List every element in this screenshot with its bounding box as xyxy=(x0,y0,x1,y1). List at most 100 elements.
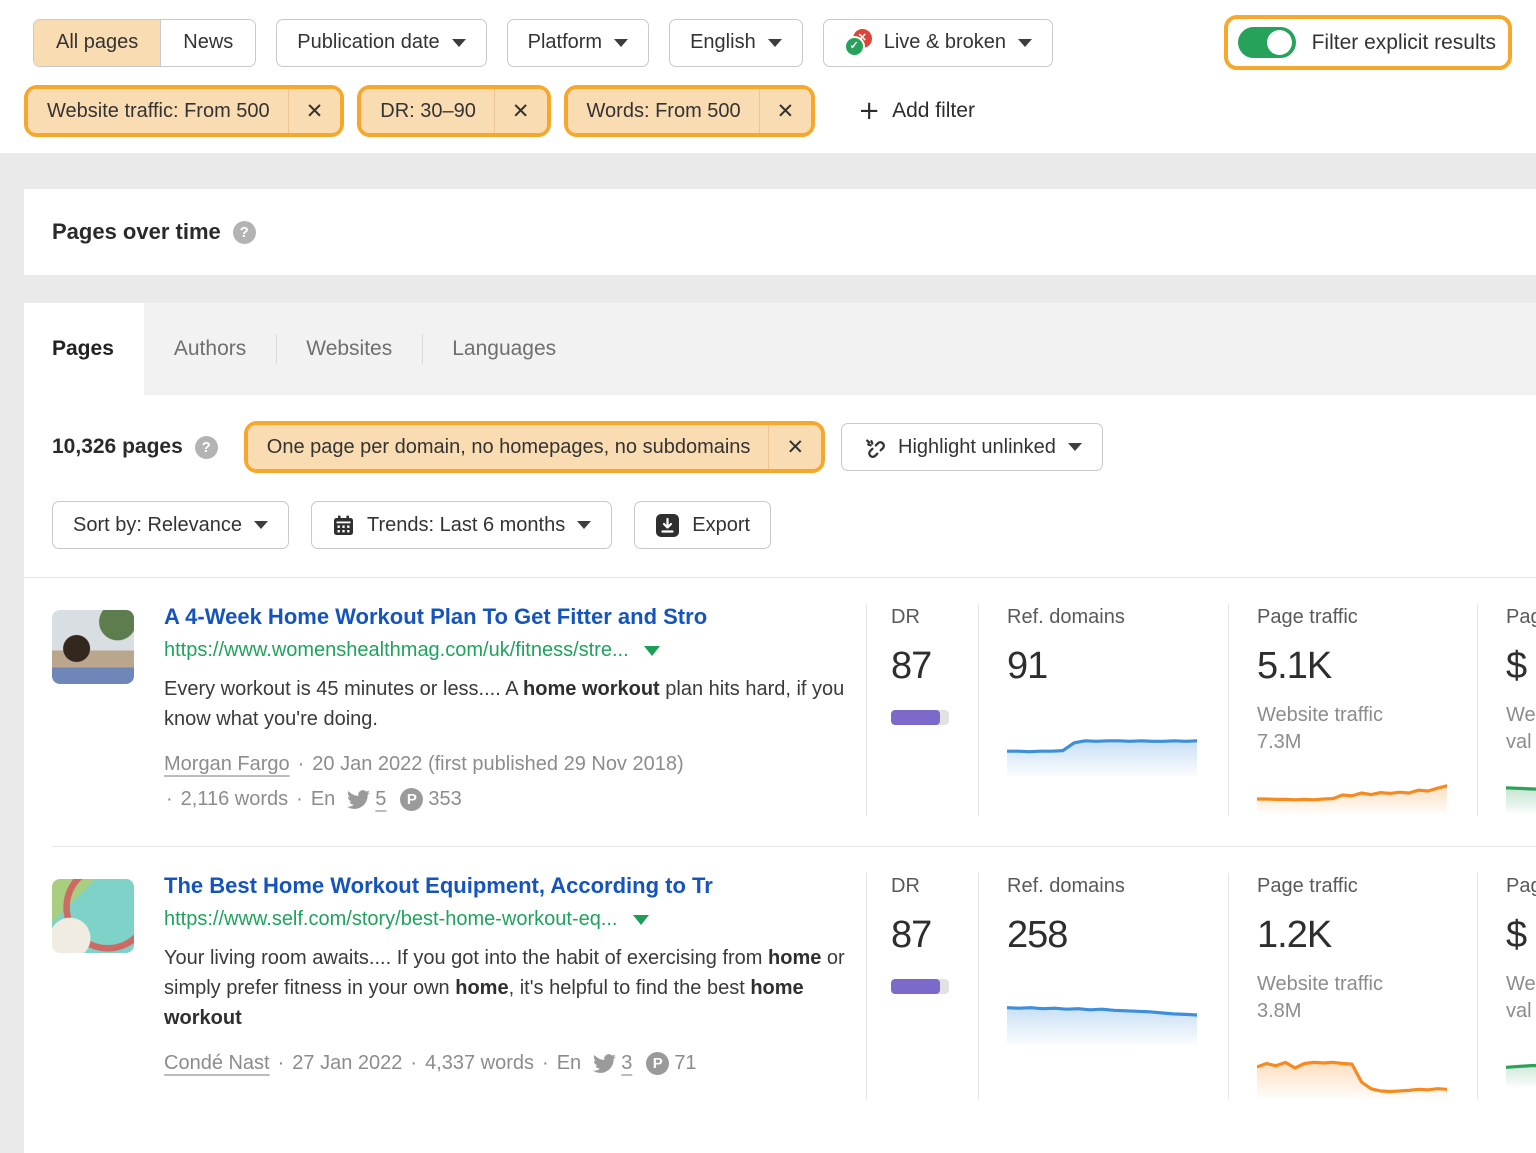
author-link[interactable]: Condé Nast xyxy=(164,1047,270,1080)
sort-by-label: Sort by: Relevance xyxy=(73,514,242,537)
page-traffic-header: Page traffic xyxy=(1257,875,1477,898)
filters-row-1: All pages News Publication date Platform… xyxy=(24,15,1512,70)
tab-languages[interactable]: Languages xyxy=(422,303,586,395)
traffic-value: $ xyxy=(1506,645,1536,688)
result-url-link[interactable]: https://www.self.com/story/best-home-wor… xyxy=(164,908,618,931)
platform-label: Platform xyxy=(528,31,602,54)
plus-icon: + xyxy=(858,96,880,126)
result-title-link[interactable]: A 4-Week Home Workout Plan To Get Fitter… xyxy=(164,604,850,630)
help-icon[interactable]: ? xyxy=(195,436,218,459)
dr-value: 87 xyxy=(891,914,978,957)
twitter-count[interactable]: 3 xyxy=(621,1047,632,1080)
website-value-label-2: val xyxy=(1506,998,1536,1025)
page-traffic-header: Page traffic xyxy=(1257,606,1477,629)
dr-header: DR xyxy=(891,875,978,898)
page-traffic-sparkline xyxy=(1257,768,1447,814)
language-label: English xyxy=(690,31,756,54)
twitter-count[interactable]: 5 xyxy=(375,783,386,816)
result-metrics: DR 87 Ref. domains 91 Page traffic 5.1K … xyxy=(866,604,1536,816)
sort-by-dropdown[interactable]: Sort by: Relevance xyxy=(52,501,289,549)
export-button[interactable]: Export xyxy=(634,501,771,549)
dr-value: 87 xyxy=(891,645,978,688)
explicit-results-toggle[interactable] xyxy=(1238,27,1296,58)
filter-chip: Website traffic: From 500 ✕ xyxy=(28,89,340,133)
remove-filter-button[interactable]: ✕ xyxy=(289,99,341,123)
tab-pages[interactable]: Pages xyxy=(24,303,144,395)
language-tag: En xyxy=(311,783,335,816)
author-link[interactable]: Morgan Fargo xyxy=(164,748,290,781)
filter-chip: One page per domain, no homepages, no su… xyxy=(248,425,821,469)
ref-domains-sparkline xyxy=(1007,718,1197,776)
page-traffic-sparkline xyxy=(1257,1037,1447,1099)
page-traffic-cell: Page traffic 5.1K Website traffic 7.3M xyxy=(1228,604,1477,816)
segment-all-pages[interactable]: All pages xyxy=(34,20,160,66)
result-thumbnail[interactable] xyxy=(52,610,134,684)
result-text: A 4-Week Home Workout Plan To Get Fitter… xyxy=(164,604,850,816)
result-row: A 4-Week Home Workout Plan To Get Fitter… xyxy=(52,578,1536,847)
remove-filter-button[interactable]: ✕ xyxy=(760,99,812,123)
dr-cell: DR 87 xyxy=(866,604,978,816)
live-broken-dropdown[interactable]: ✕ ✓ Live & broken xyxy=(823,19,1053,67)
pages-over-time-card: Pages over time ? xyxy=(24,189,1536,275)
publication-date-dropdown[interactable]: Publication date xyxy=(276,19,486,67)
twitter-icon xyxy=(347,788,370,811)
publish-date: 27 Jan 2022 xyxy=(292,1047,402,1080)
traffic-value-sparkline xyxy=(1506,768,1536,814)
export-label: Export xyxy=(692,514,750,537)
chevron-down-icon xyxy=(614,39,628,47)
meta-separator: · xyxy=(542,1047,549,1080)
add-filter-button[interactable]: + Add filter xyxy=(858,96,975,126)
url-dropdown-caret-icon[interactable] xyxy=(633,915,649,925)
result-url-link[interactable]: https://www.womenshealthmag.com/uk/fitne… xyxy=(164,639,629,662)
website-traffic-value: 7.3M xyxy=(1257,729,1477,756)
dr-header: DR xyxy=(891,606,978,629)
traffic-value-cell-clipped: Pag $ We val xyxy=(1477,873,1536,1099)
ref-domains-header: Ref. domains xyxy=(1007,606,1228,629)
website-value-label-2: val xyxy=(1506,729,1536,756)
highlight-unlinked-label: Highlight unlinked xyxy=(898,436,1056,459)
trends-dropdown[interactable]: Trends: Last 6 months xyxy=(311,501,612,549)
remove-filter-button[interactable]: ✕ xyxy=(495,99,547,123)
page-traffic-value: 5.1K xyxy=(1257,645,1477,688)
chevron-down-icon xyxy=(577,521,591,529)
page-traffic-value: 1.2K xyxy=(1257,914,1477,957)
website-value-label-1: We xyxy=(1506,971,1536,998)
ref-domains-value: 258 xyxy=(1007,914,1228,957)
explicit-results-label: Filter explicit results xyxy=(1312,31,1496,55)
meta-separator: · xyxy=(278,1047,285,1080)
segment-news[interactable]: News xyxy=(160,20,255,66)
result-description: Every workout is 45 minutes or less.... … xyxy=(164,674,850,734)
tab-websites[interactable]: Websites xyxy=(276,303,422,395)
highlight-unlinked-dropdown[interactable]: Highlight unlinked xyxy=(841,423,1103,471)
chip-label: Words: From 500 xyxy=(568,100,759,123)
ref-domains-sparkline xyxy=(1007,987,1197,1045)
website-traffic-filter-chip: Website traffic: From 500 ✕ xyxy=(24,85,344,137)
remove-scope-filter-button[interactable]: ✕ xyxy=(769,435,821,459)
pages-news-segmented: All pages News xyxy=(33,19,256,67)
ref-domains-cell: Ref. domains 91 xyxy=(978,604,1228,816)
results-header-row: 10,326 pages ? One page per domain, no h… xyxy=(52,421,1536,473)
url-dropdown-caret-icon[interactable] xyxy=(644,646,660,656)
website-traffic-label: Website traffic xyxy=(1257,702,1477,729)
chip-label: DR: 30–90 xyxy=(361,100,494,123)
result-title-link[interactable]: The Best Home Workout Equipment, Accordi… xyxy=(164,873,850,899)
pinterest-count: 353 xyxy=(428,783,461,816)
traffic-value-cell-clipped: Pag $ We val xyxy=(1477,604,1536,816)
result-thumbnail[interactable] xyxy=(52,879,134,953)
result-url-row: https://www.self.com/story/best-home-wor… xyxy=(164,908,850,931)
result-meta: Condé Nast · 27 Jan 2022 · 4,337 words ·… xyxy=(164,1047,850,1080)
page-traffic-cell: Page traffic 1.2K Website traffic 3.8M xyxy=(1228,873,1477,1099)
dr-bar xyxy=(891,710,949,725)
language-dropdown[interactable]: English xyxy=(669,19,803,67)
live-broken-label: Live & broken xyxy=(884,31,1006,54)
tab-authors[interactable]: Authors xyxy=(144,303,276,395)
filter-chip: Words: From 500 ✕ xyxy=(568,89,812,133)
scope-filter-chip: One page per domain, no homepages, no su… xyxy=(244,421,825,473)
word-count: 4,337 words xyxy=(425,1047,534,1080)
chevron-down-icon xyxy=(768,39,782,47)
meta-separator: · xyxy=(296,783,303,816)
platform-dropdown[interactable]: Platform xyxy=(507,19,649,67)
content-explorer-page: All pages News Publication date Platform… xyxy=(0,0,1536,1153)
help-icon[interactable]: ? xyxy=(233,221,256,244)
chevron-down-icon xyxy=(452,39,466,47)
